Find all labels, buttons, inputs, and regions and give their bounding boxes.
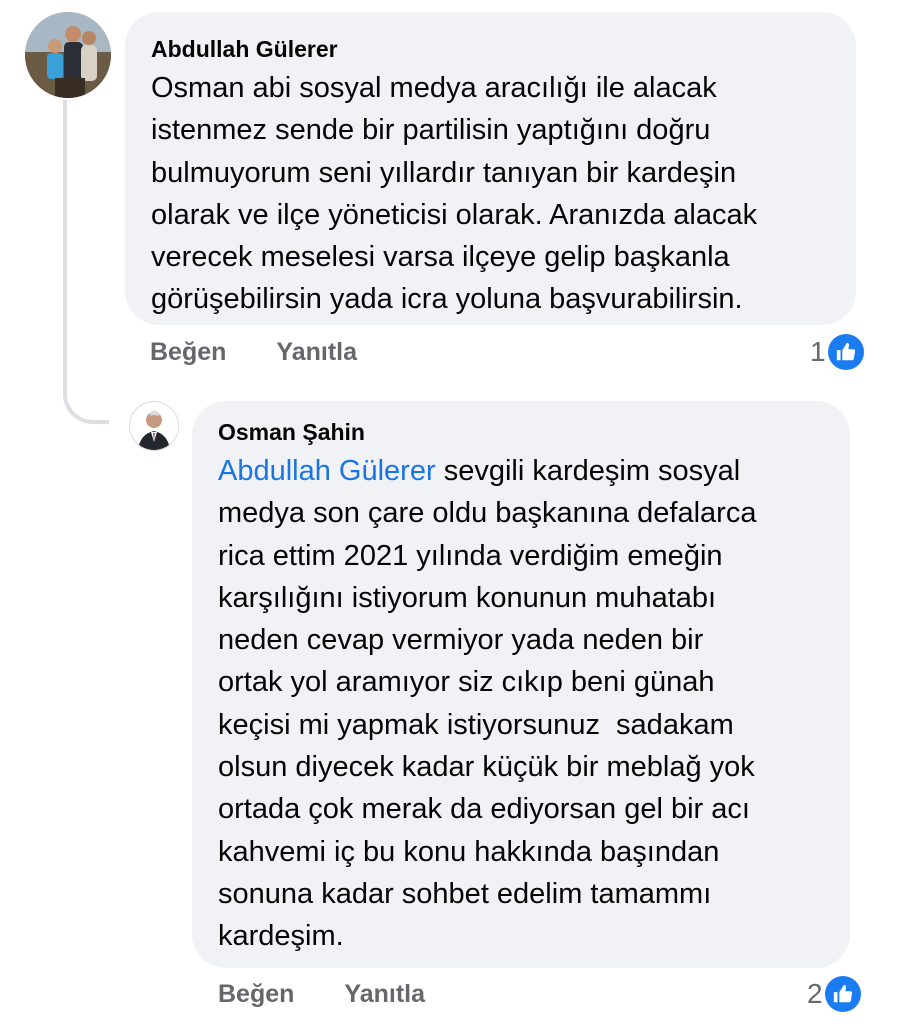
like-button[interactable]: Beğen	[218, 980, 294, 1008]
comment-text: Osman abi sosyal medya aracılığı ile ala…	[151, 67, 830, 321]
comment-text-line: kahvemi iç bu konu hakkında başından	[218, 835, 720, 868]
comment-text-line: keçisi mi yapmak istiyorsunuz sadakam	[218, 708, 734, 741]
comment-text: Abdullah Gülerer sevgili kardeşim sosyal…	[218, 450, 824, 958]
comment-text-segment: sevgili kardeşim sosyal	[435, 455, 741, 487]
like-button[interactable]: Beğen	[150, 338, 226, 366]
comment-text-line: Abdullah Gülerer sevgili kardeşim sosyal	[218, 450, 824, 492]
comment-text-line: Osman abi sosyal medya aracılığı ile ala…	[151, 72, 717, 104]
reaction-summary[interactable]: 1	[810, 334, 864, 370]
comment-author-name[interactable]: Abdullah Gülerer	[151, 34, 830, 64]
profile-photo-image	[25, 12, 111, 98]
comment-actions: Beğen Yanıtla	[150, 338, 357, 367]
reaction-summary[interactable]: 2	[807, 976, 861, 1012]
comment-author-name[interactable]: Osman Şahin	[218, 417, 824, 447]
comment-text-line: rica ettim 2021 yılında verdiğim emeğin	[218, 539, 723, 572]
comment-bubble: Osman Şahin Abdullah Gülerer sevgili kar…	[192, 401, 850, 968]
reaction-count: 2	[807, 978, 823, 1009]
profile-photo-image	[130, 402, 178, 450]
comment-text-line: olsun diyecek kadar küçük bir meblağ yok	[218, 751, 755, 784]
comment-text-line: bulmuyorum seni yıllardır tanıyan bir ka…	[151, 156, 737, 189]
comment-actions: Beğen Yanıtla	[218, 980, 425, 1009]
mention-link[interactable]: Abdullah Gülerer	[218, 455, 436, 487]
reaction-count: 1	[810, 336, 826, 367]
comment-text-line: verecek meselesi varsa ilçeye gelip başk…	[151, 241, 730, 274]
comment-text-line: neden cevap vermiyor yada neden bir	[218, 624, 704, 657]
comment-text-line: kardeşim.	[218, 920, 344, 953]
avatar[interactable]	[129, 401, 179, 451]
like-icon	[827, 334, 864, 370]
comment-bubble: Abdullah Gülerer Osman abi sosyal medya …	[125, 12, 856, 325]
comment-text-line: görüşebilirsin yada icra yoluna başvurab…	[151, 283, 743, 316]
comment-text-line: istenmez sende bir partilisin yaptığını …	[151, 114, 711, 147]
comment-text-line: olarak ve ilçe yöneticisi olarak. Aranız…	[151, 198, 758, 231]
like-icon	[824, 976, 861, 1012]
comment-text-line: ortak yol aramıyor siz cıkıp beni günah	[218, 666, 715, 699]
comment-text-line: medya son çare oldu başkanına defalarca	[218, 497, 757, 530]
comment-text-line: ortada çok merak da ediyorsan gel bir ac…	[218, 793, 750, 826]
comment-text-line: sonuna kadar sohbet edelim tamammı	[218, 877, 712, 910]
reply-button[interactable]: Yanıtla	[276, 338, 357, 366]
thread-connector-line	[63, 100, 109, 424]
avatar[interactable]	[25, 12, 111, 98]
comment-text-line: karşılığını istiyorum konunun muhatabı	[218, 581, 717, 614]
reply-button[interactable]: Yanıtla	[344, 980, 425, 1008]
